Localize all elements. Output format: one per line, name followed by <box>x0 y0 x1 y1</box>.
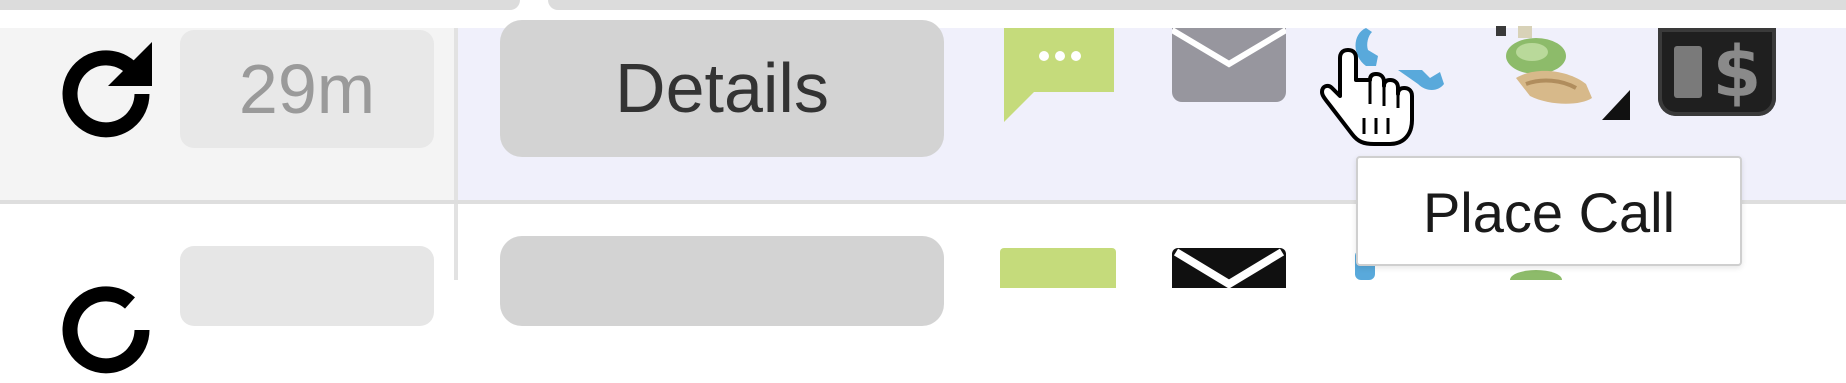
email-icon[interactable] <box>1172 248 1286 288</box>
details-button[interactable]: Details <box>500 20 944 157</box>
dollar-sign-icon: $ <box>1712 31 1762 113</box>
money-hand-icon[interactable] <box>1496 26 1630 120</box>
chat-icon[interactable] <box>1000 28 1118 122</box>
refresh-icon[interactable] <box>52 34 160 142</box>
billing-icon[interactable]: $ <box>1658 28 1776 116</box>
age-badge <box>180 246 434 326</box>
email-icon[interactable] <box>1172 28 1286 102</box>
billing-doc-shape <box>1674 46 1702 98</box>
place-call-tooltip: Place Call <box>1356 156 1742 266</box>
top-tab-right <box>548 0 1846 10</box>
refresh-icon[interactable] <box>52 270 160 378</box>
age-badge: 29m <box>180 30 434 148</box>
top-tab-left <box>0 0 520 10</box>
hand-pointer-cursor-icon <box>1318 44 1422 148</box>
details-button[interactable] <box>500 236 944 326</box>
chat-icon[interactable] <box>1000 248 1116 288</box>
